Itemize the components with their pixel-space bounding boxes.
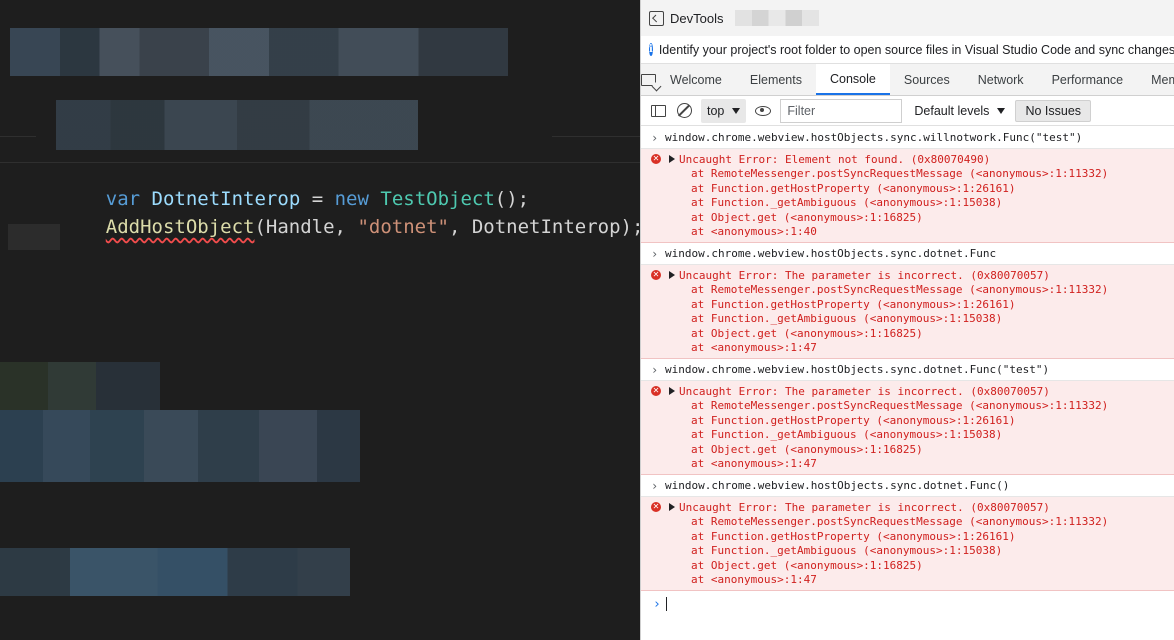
- tab-console[interactable]: Console: [815, 64, 890, 95]
- redacted-code-block: [56, 100, 418, 150]
- error-icon: ✕: [651, 270, 661, 281]
- error-icon: ✕: [651, 502, 661, 513]
- console-command[interactable]: › window.chrome.webview.hostObjects.sync.…: [641, 475, 1174, 497]
- stack-frame: at <anonymous>:1:47: [691, 457, 817, 471]
- filter-input[interactable]: [780, 98, 903, 123]
- console-error[interactable]: ✕ Uncaught Error: The parameter is incorr…: [641, 497, 1174, 591]
- stack-frame: at Function.getHostProperty (<anonymous>…: [691, 181, 1016, 195]
- error-icon: ✕: [651, 386, 661, 397]
- stack-frame: at Object.get (<anonymous>:1:16825): [691, 210, 923, 224]
- inspect-icon: [641, 73, 656, 86]
- console-error[interactable]: ✕ Uncaught Error: The parameter is incorr…: [641, 265, 1174, 359]
- console-error[interactable]: ✕ Uncaught Error: The parameter is incorr…: [641, 381, 1174, 475]
- stack-frame: at Function._getAmbiguous (<anonymous>:1…: [691, 196, 1003, 210]
- code-line-2[interactable]: AddHostObject(Handle, "dotnet", DotnetIn…: [60, 194, 640, 260]
- expand-triangle-icon[interactable]: [669, 503, 675, 512]
- console-command[interactable]: › window.chrome.webview.hostObjects.sync.…: [641, 127, 1174, 149]
- chevron-right-icon: ›: [651, 478, 659, 493]
- tab-welcome[interactable]: Welcome: [656, 64, 736, 95]
- tab-performance[interactable]: Performance: [1038, 64, 1138, 95]
- show-sidebar-button[interactable]: [649, 102, 667, 120]
- expand-triangle-icon[interactable]: [669, 271, 675, 280]
- stack-frame: at <anonymous>:1:47: [691, 341, 817, 355]
- text-cursor: [665, 597, 667, 611]
- log-levels-label: Default levels: [914, 103, 990, 118]
- stack-frame: at RemoteMessenger.postSyncRequestMessag…: [691, 399, 1109, 413]
- log-levels-dropdown[interactable]: Default levels: [912, 104, 1007, 118]
- info-icon: i: [649, 43, 653, 56]
- tab-elements[interactable]: Elements: [736, 64, 816, 95]
- redacted-code-block: [8, 224, 60, 250]
- redacted-code-block: [0, 548, 350, 596]
- stack-frame: at Function.getHostProperty (<anonymous>…: [691, 297, 1016, 311]
- sidebar-icon: [650, 104, 666, 117]
- caret-down-icon: [732, 107, 741, 114]
- stack-frame: at Object.get (<anonymous>:1:16825): [691, 558, 923, 572]
- caret-down-icon: [997, 107, 1006, 114]
- devtools-window: DevTools i Identify your project's root …: [640, 0, 1174, 640]
- stack-frame: at Object.get (<anonymous>:1:16825): [691, 326, 923, 340]
- chevron-right-icon: ›: [651, 130, 659, 145]
- info-message: Identify your project's root folder to o…: [658, 42, 1174, 57]
- prompt-chevron-icon: ›: [653, 596, 661, 612]
- chevron-right-icon: ›: [651, 246, 659, 261]
- redacted-code-block: [0, 362, 160, 410]
- stack-frame: at Function._getAmbiguous (<anonymous>:1…: [691, 312, 1003, 326]
- issues-button[interactable]: No Issues: [1015, 99, 1092, 122]
- function-name: AddHostObject: [105, 216, 255, 238]
- string-literal: "dotnet": [357, 216, 449, 238]
- stack-frame: at Object.get (<anonymous>:1:16825): [691, 442, 923, 456]
- console-toolbar: top Default levels No Issues: [641, 96, 1174, 126]
- expand-triangle-icon[interactable]: [669, 155, 675, 164]
- tab-sources[interactable]: Sources: [890, 64, 964, 95]
- context-selector[interactable]: top: [701, 98, 747, 123]
- stack-frame: at <anonymous>:1:40: [691, 225, 817, 239]
- clear-console-button[interactable]: [675, 102, 693, 120]
- stack-frame: at Function.getHostProperty (<anonymous>…: [691, 413, 1016, 427]
- stack-frame: at RemoteMessenger.postSyncRequestMessag…: [691, 283, 1109, 297]
- tab-memory[interactable]: Memo: [1137, 64, 1174, 95]
- code-editor[interactable]: var DotnetInterop = new TestObject(); Ad…: [0, 0, 640, 640]
- devtools-icon: [649, 10, 664, 26]
- console-error[interactable]: ✕ Uncaught Error: Element not found. (0x8…: [641, 149, 1174, 243]
- eye-icon: [755, 105, 772, 116]
- clear-icon: [676, 103, 692, 118]
- inspect-element-button[interactable]: [641, 64, 656, 95]
- stack-frame: at Function._getAmbiguous (<anonymous>:1…: [691, 428, 1003, 442]
- console-prompt[interactable]: ›: [641, 591, 1174, 617]
- chevron-right-icon: ›: [651, 362, 659, 377]
- redacted-code-block: [10, 28, 508, 76]
- info-bar[interactable]: i Identify your project's root folder to…: [641, 36, 1174, 64]
- redacted-title-text: [735, 10, 820, 26]
- stack-frame: at Function._getAmbiguous (<anonymous>:1…: [691, 544, 1003, 558]
- live-expression-button[interactable]: [754, 102, 772, 120]
- console-output[interactable]: › window.chrome.webview.hostObjects.sync.…: [641, 127, 1174, 617]
- tab-network[interactable]: Network: [964, 64, 1038, 95]
- console-command[interactable]: › window.chrome.webview.hostObjects.sync.…: [641, 359, 1174, 381]
- title-bar[interactable]: DevTools: [641, 0, 1174, 36]
- expand-triangle-icon[interactable]: [669, 387, 675, 396]
- redacted-code-block: [0, 410, 360, 482]
- stack-frame: at Function.getHostProperty (<anonymous>…: [691, 529, 1016, 543]
- stack-frame: at RemoteMessenger.postSyncRequestMessag…: [691, 515, 1109, 529]
- panel-tabs: Welcome Elements Console Sources Network…: [641, 64, 1174, 96]
- window-title: DevTools: [670, 10, 724, 26]
- error-icon: ✕: [651, 154, 661, 165]
- context-value: top: [707, 103, 725, 118]
- console-command[interactable]: › window.chrome.webview.hostObjects.sync.…: [641, 243, 1174, 265]
- stack-frame: at <anonymous>:1:47: [691, 573, 817, 587]
- stack-frame: at RemoteMessenger.postSyncRequestMessag…: [691, 167, 1109, 181]
